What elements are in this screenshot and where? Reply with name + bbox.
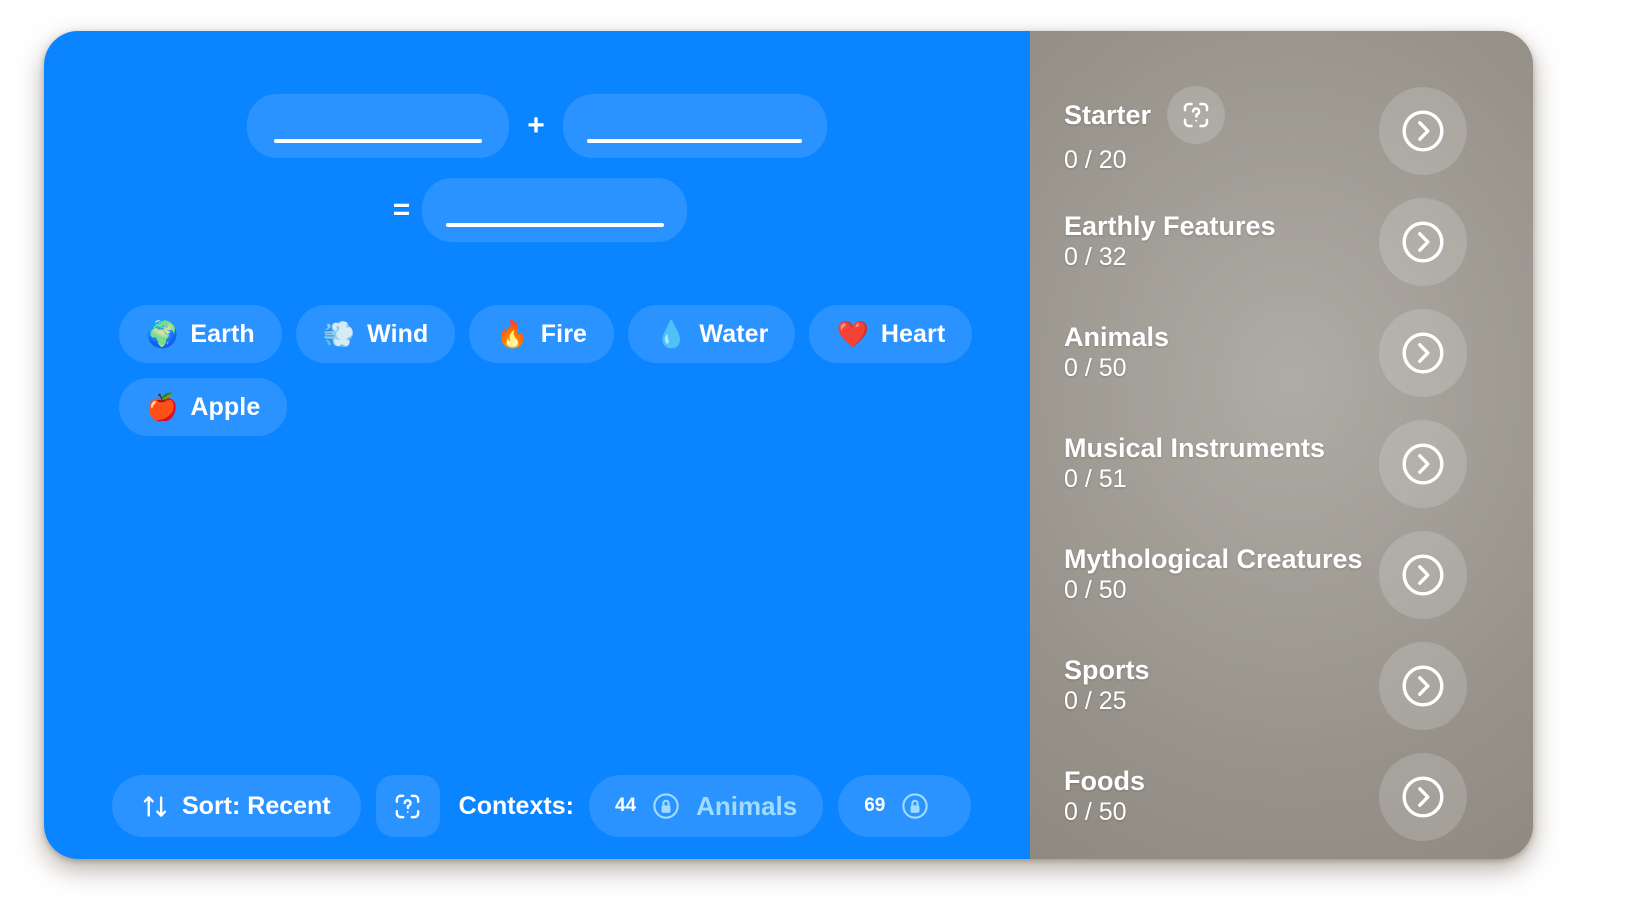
element-chip-heart[interactable]: ❤️ Heart [809, 305, 973, 363]
slot-placeholder-line [445, 223, 664, 227]
category-count: 0 / 50 [1064, 576, 1127, 605]
water-drop-icon: 💧 [655, 319, 688, 349]
category-name: Starter [1064, 100, 1152, 131]
sidebar-item-next-partial[interactable] [1030, 852, 1533, 859]
slot-placeholder-line [587, 139, 803, 143]
category-text: Musical Instruments 0 / 51 [1064, 433, 1325, 494]
sidebar-item-animals[interactable]: Animals 0 / 50 [1030, 297, 1533, 408]
category-name: Mythological Creatures [1064, 544, 1363, 575]
chevron-right-circle-icon[interactable] [1379, 530, 1467, 619]
element-chip-fire[interactable]: 🔥 Fire [469, 305, 615, 363]
context-chip-second[interactable]: 69 [838, 775, 972, 837]
equation-operands-row: + [44, 94, 1030, 158]
plus-operator: + [527, 109, 545, 142]
element-chip-label: Heart [880, 319, 946, 348]
equation-slot-a[interactable] [247, 94, 510, 158]
element-chip-label: Apple [190, 392, 261, 421]
sidebar-item-starter[interactable]: Starter 0 / 20 [1030, 75, 1533, 186]
category-text: Animals 0 / 50 [1064, 322, 1169, 383]
category-name: Foods [1064, 766, 1145, 797]
fire-icon: 🔥 [496, 319, 529, 349]
category-heading: Starter [1064, 86, 1226, 145]
element-chip-label: Fire [540, 319, 588, 348]
category-text: Mythological Creatures 0 / 50 [1064, 544, 1363, 605]
element-chip-wind[interactable]: 💨 Wind [295, 305, 456, 363]
context-name: Animals [696, 790, 798, 821]
context-count: 69 [864, 795, 886, 816]
equation-slot-b[interactable] [562, 94, 827, 158]
category-count: 0 / 20 [1064, 146, 1127, 175]
context-chip-animals[interactable]: 44 Animals [588, 775, 824, 837]
sort-arrows-icon [142, 793, 169, 820]
question-bracket-icon [393, 792, 422, 821]
chevron-right-circle-icon[interactable] [1379, 86, 1467, 175]
category-count: 0 / 50 [1064, 354, 1127, 383]
wind-dash-icon: 💨 [322, 319, 356, 349]
sort-button-label: Sort: Recent [182, 791, 331, 820]
sidebar-item-sports[interactable]: Sports 0 / 25 [1030, 630, 1533, 741]
element-chip-label: Wind [367, 319, 429, 348]
element-chip-apple[interactable]: 🍎 Apple [119, 378, 288, 436]
sort-button[interactable]: Sort: Recent [112, 775, 361, 837]
category-count: 0 / 32 [1064, 243, 1127, 272]
equals-operator: = [392, 193, 411, 226]
hint-button[interactable] [375, 775, 440, 837]
lock-circle-icon [651, 791, 681, 821]
element-chip-list: 🌍 Earth 💨 Wind 🔥 Fire 💧 Water ❤️ Heart 🍎 [119, 305, 1019, 436]
sidebar-item-foods[interactable]: Foods 0 / 50 [1030, 741, 1533, 852]
chevron-right-circle-icon[interactable] [1379, 419, 1467, 508]
chevron-right-circle-icon[interactable] [1379, 197, 1467, 286]
slot-placeholder-line [274, 139, 483, 143]
game-board: + = 🌍 Earth 💨 Wind 🔥 Fire 💧 Water ❤️ Hea… [44, 31, 1030, 859]
element-chip-label: Water [699, 319, 769, 348]
question-bracket-icon [1167, 86, 1226, 145]
element-chip-label: Earth [190, 319, 255, 348]
category-name: Sports [1064, 655, 1150, 686]
category-text: Foods 0 / 50 [1064, 766, 1145, 827]
category-text: Earthly Features 0 / 32 [1064, 211, 1276, 272]
heart-icon: ❤️ [836, 319, 869, 349]
bottom-toolbar: Sort: Recent Contexts: 44 Animals 69 [112, 775, 972, 837]
category-name: Earthly Features [1064, 211, 1276, 242]
equation-area: + = [44, 31, 1030, 242]
sidebar-item-musical-instruments[interactable]: Musical Instruments 0 / 51 [1030, 408, 1533, 519]
category-count: 0 / 25 [1064, 687, 1127, 716]
category-name: Animals [1064, 322, 1170, 353]
earth-globe-icon: 🌍 [146, 319, 179, 349]
contexts-label: Contexts: [458, 791, 574, 820]
context-count: 44 [614, 795, 637, 816]
equation-slot-result[interactable] [422, 178, 688, 242]
sidebar-item-mythological-creatures[interactable]: Mythological Creatures 0 / 50 [1030, 519, 1533, 630]
equation-result-row: = [44, 178, 1030, 242]
category-count: 0 / 51 [1064, 465, 1127, 494]
category-count: 0 / 50 [1064, 798, 1127, 827]
category-sidebar[interactable]: Starter 0 / 20 Earthly Features 0 / 32 A… [1030, 31, 1533, 859]
app-window: + = 🌍 Earth 💨 Wind 🔥 Fire 💧 Water ❤️ Hea… [44, 31, 1533, 859]
chevron-right-circle-icon[interactable] [1379, 752, 1467, 841]
category-text: Sports 0 / 25 [1064, 655, 1150, 716]
element-chip-earth[interactable]: 🌍 Earth [119, 305, 282, 363]
category-name: Musical Instruments [1064, 433, 1326, 464]
chevron-right-circle-icon[interactable] [1379, 308, 1467, 397]
sidebar-item-earthly-features[interactable]: Earthly Features 0 / 32 [1030, 186, 1533, 297]
lock-circle-icon [900, 791, 930, 821]
category-text: Starter 0 / 20 [1064, 86, 1226, 175]
element-chip-water[interactable]: 💧 Water [628, 305, 796, 363]
chevron-right-circle-icon[interactable] [1379, 641, 1467, 730]
apple-icon: 🍎 [146, 392, 179, 422]
